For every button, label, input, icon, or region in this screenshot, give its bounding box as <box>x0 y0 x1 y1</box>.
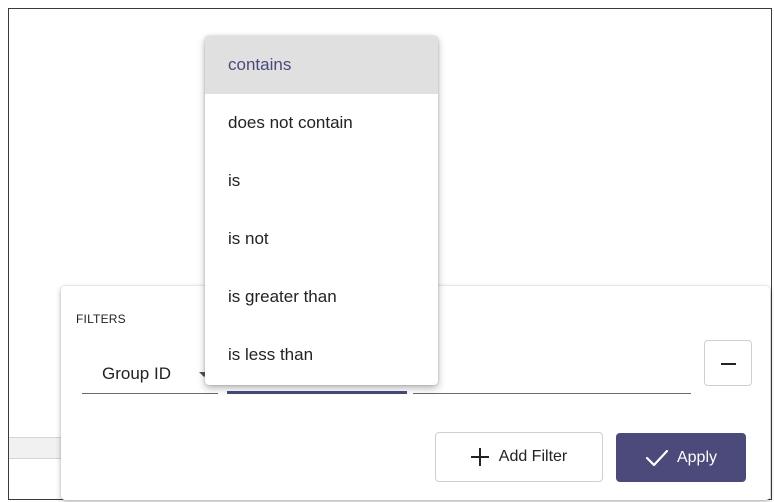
minus-icon <box>721 363 736 365</box>
menu-item-is-greater-than[interactable]: is greater than <box>205 268 438 326</box>
menu-item-is[interactable]: is <box>205 152 438 210</box>
column-select[interactable]: Group ID <box>82 360 218 394</box>
menu-item-label: does not contain <box>228 113 353 132</box>
menu-item-is-less-than[interactable]: is less than <box>205 326 438 384</box>
menu-item-label: contains <box>228 55 292 74</box>
menu-item-is-not[interactable]: is not <box>205 210 438 268</box>
apply-button[interactable]: Apply <box>616 433 746 482</box>
operator-dropdown-menu: contains does not contain is is not is g… <box>205 36 438 385</box>
add-filter-button[interactable]: Add Filter <box>435 432 603 482</box>
menu-item-label: is less than <box>228 345 314 364</box>
add-filter-label: Add Filter <box>498 448 568 465</box>
menu-item-label: is not <box>228 229 269 248</box>
filter-value-input[interactable] <box>413 360 691 394</box>
apply-label: Apply <box>676 448 718 466</box>
column-select-value: Group ID <box>102 364 171 383</box>
menu-item-label: is greater than <box>228 287 337 306</box>
menu-item-does-not-contain[interactable]: does not contain <box>205 94 438 152</box>
menu-item-contains[interactable]: contains <box>205 36 438 94</box>
remove-filter-button[interactable] <box>704 340 752 386</box>
menu-item-label: is <box>228 171 241 190</box>
check-icon <box>645 449 669 466</box>
filters-title: FILTERS <box>76 312 126 326</box>
plus-icon <box>470 448 489 466</box>
